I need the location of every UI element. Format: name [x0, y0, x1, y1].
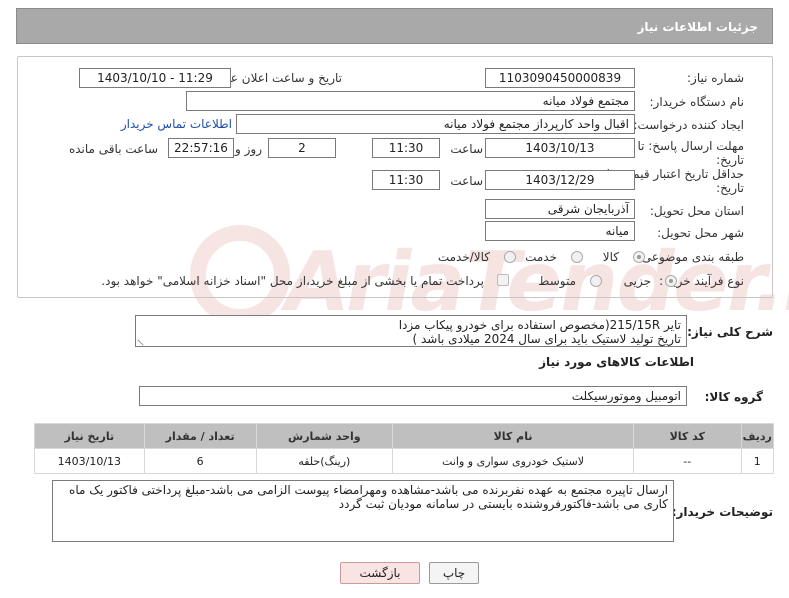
- description-label: شرح کلی نیاز:: [687, 325, 773, 339]
- requester-field: اقبال واحد کارپرداز مجتمع فولاد میانه: [236, 114, 635, 134]
- description-line-1: تایر 215/15R(مخصوص استفاده برای خودرو پی…: [398, 318, 681, 332]
- days-label: روز و: [235, 142, 262, 156]
- purchase-radio-minor[interactable]: [665, 275, 677, 287]
- col-code: کد کالا: [632, 423, 742, 449]
- price-validity-label-2: تاریخ:: [716, 181, 744, 195]
- page-title: جزئیات اطلاعات نیاز: [637, 20, 758, 34]
- goods-section-title: اطلاعات کالاهای مورد نیاز: [539, 355, 694, 369]
- category-option-goods: کالا: [602, 250, 619, 264]
- buyer-contact-link[interactable]: اطلاعات تماس خریدار: [121, 117, 232, 131]
- cell-quantity: 6: [143, 448, 257, 474]
- reply-date-field: 1403/10/13: [485, 138, 635, 158]
- goods-table: ردیف کد کالا نام کالا واحد شمارش تعداد /…: [34, 423, 775, 474]
- buyer-org-field: مجتمع فولاد میانه: [186, 91, 635, 111]
- reply-deadline-label-2: تاریخ:: [716, 153, 744, 167]
- page-header: جزئیات اطلاعات نیاز: [16, 8, 773, 44]
- buyer-notes-label: توضیحات خریدار:: [671, 505, 773, 519]
- col-date: تاریخ نیاز: [34, 423, 145, 449]
- category-option-goods-service: کالا/خدمت: [437, 250, 490, 264]
- purchase-option-medium: متوسط: [538, 274, 576, 288]
- col-unit: واحد شمارش: [255, 423, 394, 449]
- category-label: طبقه بندی موضوعی:: [637, 250, 744, 264]
- purchase-radio-medium[interactable]: [590, 275, 602, 287]
- province-field: آذربایجان شرقی: [485, 199, 635, 219]
- col-row: ردیف: [740, 423, 775, 449]
- city-field: میانه: [485, 221, 635, 241]
- buyer-notes-box: ارسال تاپیره مجتمع به عهده نفربرنده می ب…: [52, 480, 674, 542]
- goods-group-field: اتومبیل وموتورسیکلت: [139, 386, 687, 406]
- remaining-label: ساعت باقی مانده: [68, 142, 158, 156]
- price-validity-time-field: 11:30: [372, 170, 440, 190]
- price-validity-date-field: 1403/12/29: [485, 170, 635, 190]
- print-button[interactable]: چاپ: [429, 562, 479, 584]
- city-label: شهر محل تحویل:: [657, 226, 744, 240]
- announce-field: 1403/10/10 - 11:29: [79, 68, 231, 88]
- days-field: 2: [268, 138, 336, 158]
- treasury-checkbox[interactable]: [497, 274, 509, 286]
- table-header-row: ردیف کد کالا نام کالا واحد شمارش تعداد /…: [34, 423, 775, 449]
- table-row: 1 -- لاستیک خودروی سواری و وانت (رینگ)حل…: [34, 448, 775, 474]
- reply-time-field: 11:30: [372, 138, 440, 158]
- treasury-note: پرداخت تمام یا بخشی از مبلغ خرید،از محل …: [101, 274, 484, 288]
- cell-unit: (رینگ)حلقه: [255, 448, 394, 474]
- cell-name: لاستیک خودروی سواری و وانت: [392, 448, 634, 474]
- buyer-notes-line-2: کاری می باشد-فاکتورفروشنده بایستی در سام…: [338, 497, 668, 511]
- cell-code: --: [632, 448, 742, 474]
- description-box: تایر 215/15R(مخصوص استفاده برای خودرو پی…: [135, 315, 687, 347]
- category-radio-service[interactable]: [571, 251, 583, 263]
- province-label: استان محل تحویل:: [649, 204, 744, 218]
- remaining-time-field: 22:57:16: [168, 138, 234, 158]
- category-option-service: خدمت: [525, 250, 557, 264]
- buyer-notes-line-1: ارسال تاپیره مجتمع به عهده نفربرنده می ب…: [69, 483, 668, 497]
- category-radio-goods-service[interactable]: [504, 251, 516, 263]
- col-quantity: تعداد / مقدار: [143, 423, 257, 449]
- back-button[interactable]: بازگشت: [340, 562, 420, 584]
- cell-date: 1403/10/13: [34, 448, 145, 474]
- goods-group-label: گروه کالا:: [704, 390, 763, 404]
- need-number-label: شماره نیاز:: [687, 71, 744, 85]
- reply-time-label: ساعت: [450, 142, 483, 156]
- col-name: نام کالا: [392, 423, 634, 449]
- purchase-option-minor: جزیی: [623, 274, 651, 288]
- need-number-field: 1103090450000839: [485, 68, 635, 88]
- cell-row: 1: [740, 448, 775, 474]
- description-line-2: تاریخ تولید لاستیک باید برای سال 2024 می…: [412, 332, 681, 346]
- price-validity-time-label: ساعت: [450, 174, 483, 188]
- requester-label: ایجاد کننده درخواست:: [633, 118, 744, 132]
- category-radio-goods[interactable]: [633, 251, 645, 263]
- reply-deadline-label: مهلت ارسال پاسخ: تا: [637, 139, 744, 153]
- buyer-org-label: نام دستگاه خریدار:: [649, 95, 745, 109]
